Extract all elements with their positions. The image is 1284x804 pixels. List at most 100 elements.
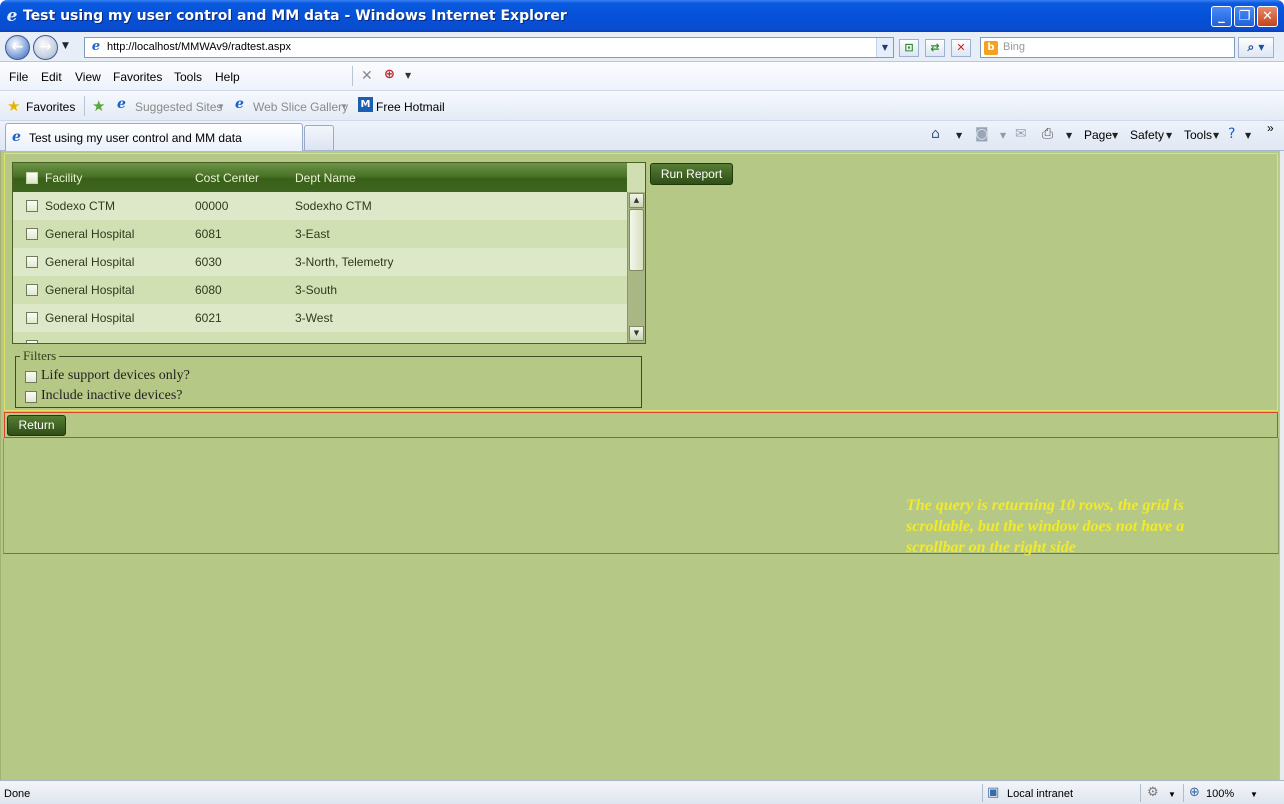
suggested-sites-link[interactable]: Suggested Sites bbox=[135, 100, 222, 114]
filters-legend: Filters bbox=[20, 348, 60, 364]
mail-icon[interactable]: ✉ bbox=[1015, 126, 1027, 142]
feeds-icon[interactable]: ◙ bbox=[975, 126, 989, 142]
forward-icon[interactable]: → bbox=[33, 35, 58, 60]
scroll-down-icon[interactable]: ▼ bbox=[629, 326, 644, 341]
home-icon[interactable]: ⌂ bbox=[931, 126, 940, 142]
protected-mode-icon[interactable]: ⚙ bbox=[1147, 785, 1159, 800]
column-header-cost-center[interactable]: Cost Center bbox=[195, 171, 259, 185]
menu-view[interactable]: View bbox=[75, 70, 101, 84]
zoom-dropdown-icon[interactable]: ▼ bbox=[1250, 790, 1258, 799]
tab-active[interactable]: e Test using my user control and MM data bbox=[5, 123, 303, 151]
include-inactive-checkbox[interactable] bbox=[25, 391, 37, 403]
favorites-button[interactable]: Favorites bbox=[26, 100, 75, 114]
grid-scrollbar[interactable]: ▲ ▼ bbox=[627, 192, 645, 343]
scroll-up-icon[interactable]: ▲ bbox=[629, 193, 644, 208]
menu-edit[interactable]: Edit bbox=[41, 70, 62, 84]
safety-dropdown-icon[interactable]: ▼ bbox=[1166, 131, 1172, 140]
intranet-icon: ▣ bbox=[987, 785, 1000, 800]
table-row[interactable]: General Hospital 6081 3-East bbox=[13, 220, 627, 248]
translate-icon[interactable]: ⊕ bbox=[384, 67, 400, 83]
ie-app-icon: e bbox=[6, 6, 18, 26]
row-checkbox[interactable] bbox=[26, 200, 38, 212]
minimize-button[interactable]: _ bbox=[1211, 6, 1232, 27]
row-checkbox[interactable] bbox=[26, 284, 38, 296]
suggested-sites-dropdown-icon[interactable]: ▼ bbox=[217, 102, 225, 111]
chevron-more-icon[interactable]: » bbox=[1267, 121, 1274, 135]
column-header-dept-name[interactable]: Dept Name bbox=[295, 171, 356, 185]
home-dropdown-icon[interactable]: ▼ bbox=[956, 131, 962, 140]
tools-menu[interactable]: Tools bbox=[1184, 128, 1212, 142]
history-dropdown-icon[interactable]: ▼ bbox=[62, 41, 69, 51]
run-report-button[interactable]: Run Report bbox=[650, 163, 733, 185]
zoom-icon[interactable]: ⊕ bbox=[1189, 785, 1200, 800]
new-tab-button[interactable] bbox=[304, 125, 334, 150]
translate-dropdown-icon[interactable]: ▼ bbox=[405, 71, 411, 80]
row-checkbox[interactable] bbox=[26, 256, 38, 268]
facility-cell: General Hospital bbox=[45, 227, 135, 241]
table-row-partial[interactable] bbox=[13, 332, 627, 343]
filters-fieldset: Filters Life support devices only? Inclu… bbox=[15, 348, 642, 408]
favorites-separator bbox=[84, 96, 85, 116]
life-support-checkbox[interactable] bbox=[25, 371, 37, 383]
table-row[interactable]: General Hospital 6030 3-North, Telemetry bbox=[13, 248, 627, 276]
help-icon[interactable]: ? bbox=[1228, 126, 1235, 142]
menu-bar: File Edit View Favorites Tools Help ✕ ⊕ … bbox=[0, 62, 1284, 91]
address-bar: ← → ▼ e http://localhost/MMWAv9/radtest.… bbox=[0, 32, 1284, 62]
return-button[interactable]: Return bbox=[7, 415, 66, 436]
free-hotmail-link[interactable]: Free Hotmail bbox=[376, 100, 445, 114]
menu-file[interactable]: File bbox=[9, 70, 28, 84]
search-input[interactable]: b Bing bbox=[980, 37, 1235, 58]
title-bar: e Test using my user control and MM data… bbox=[0, 0, 1284, 32]
dept-name-cell: 3-East bbox=[295, 227, 330, 241]
status-separator bbox=[1183, 784, 1184, 802]
menu-favorites[interactable]: Favorites bbox=[113, 70, 162, 84]
tools-dropdown-icon[interactable]: ▼ bbox=[1213, 131, 1219, 140]
report-panel: Facility Cost Center Dept Name Sodexo CT… bbox=[4, 153, 1278, 411]
maximize-button[interactable]: ❐ bbox=[1234, 6, 1255, 27]
web-slice-dropdown-icon[interactable]: ▼ bbox=[340, 102, 348, 111]
cost-center-cell: 6081 bbox=[195, 227, 222, 241]
back-icon[interactable]: ← bbox=[5, 35, 30, 60]
url-dropdown-icon[interactable]: ▼ bbox=[876, 38, 893, 57]
select-all-checkbox[interactable] bbox=[26, 172, 38, 184]
print-dropdown-icon[interactable]: ▼ bbox=[1066, 131, 1072, 140]
cost-center-cell: 6030 bbox=[195, 255, 222, 269]
web-slice-gallery-link[interactable]: Web Slice Gallery bbox=[253, 100, 348, 114]
row-checkbox[interactable] bbox=[26, 228, 38, 240]
protected-mode-dropdown-icon[interactable]: ▼ bbox=[1168, 790, 1176, 799]
scroll-thumb[interactable] bbox=[629, 209, 644, 271]
include-inactive-label[interactable]: Include inactive devices? bbox=[41, 388, 182, 404]
favorites-bar: ★ Favorites ★ e Suggested Sites ▼ e Web … bbox=[0, 91, 1284, 121]
column-header-facility[interactable]: Facility bbox=[45, 171, 82, 185]
suggested-sites-icon: e bbox=[117, 96, 126, 112]
row-checkbox[interactable] bbox=[26, 340, 38, 343]
close-toolbar-icon[interactable]: ✕ bbox=[361, 68, 373, 84]
url-field[interactable]: e http://localhost/MMWAv9/radtest.aspx ▼ bbox=[84, 37, 894, 58]
table-row[interactable]: Sodexo CTM 00000 Sodexho CTM bbox=[13, 192, 627, 220]
favorites-star-icon: ★ bbox=[7, 97, 21, 115]
print-icon[interactable]: ⎙ bbox=[1042, 126, 1053, 142]
grid-header: Facility Cost Center Dept Name bbox=[13, 163, 627, 192]
menu-help[interactable]: Help bbox=[215, 70, 240, 84]
feeds-dropdown-icon[interactable]: ▼ bbox=[1000, 131, 1006, 140]
compatibility-icon[interactable]: ⊡ bbox=[899, 39, 919, 57]
annotation-note: The query is returning 10 rows, the grid… bbox=[906, 497, 1185, 556]
add-favorites-icon[interactable]: ★ bbox=[92, 97, 105, 115]
life-support-label[interactable]: Life support devices only? bbox=[41, 368, 190, 384]
stop-icon[interactable]: ✕ bbox=[951, 39, 971, 57]
help-dropdown-icon[interactable]: ▼ bbox=[1245, 131, 1251, 140]
row-checkbox[interactable] bbox=[26, 312, 38, 324]
page-menu[interactable]: Page bbox=[1084, 128, 1112, 142]
menu-tools[interactable]: Tools bbox=[174, 70, 202, 84]
search-placeholder: Bing bbox=[1003, 41, 1026, 53]
table-row[interactable]: General Hospital 6080 3-South bbox=[13, 276, 627, 304]
table-row[interactable]: General Hospital 6021 3-West bbox=[13, 304, 627, 332]
safety-menu[interactable]: Safety bbox=[1130, 128, 1164, 142]
refresh-icon[interactable]: ⇄ bbox=[925, 39, 945, 57]
facility-cell: General Hospital bbox=[45, 283, 135, 297]
page-dropdown-icon[interactable]: ▼ bbox=[1112, 131, 1118, 140]
close-button[interactable]: ✕ bbox=[1257, 6, 1278, 27]
search-icon[interactable]: ⌕ ▾ bbox=[1238, 37, 1274, 58]
zoom-level[interactable]: 100% bbox=[1206, 788, 1234, 800]
status-bar: Done ▣ Local intranet ⚙ ▼ ⊕ 100% ▼ bbox=[0, 780, 1284, 804]
